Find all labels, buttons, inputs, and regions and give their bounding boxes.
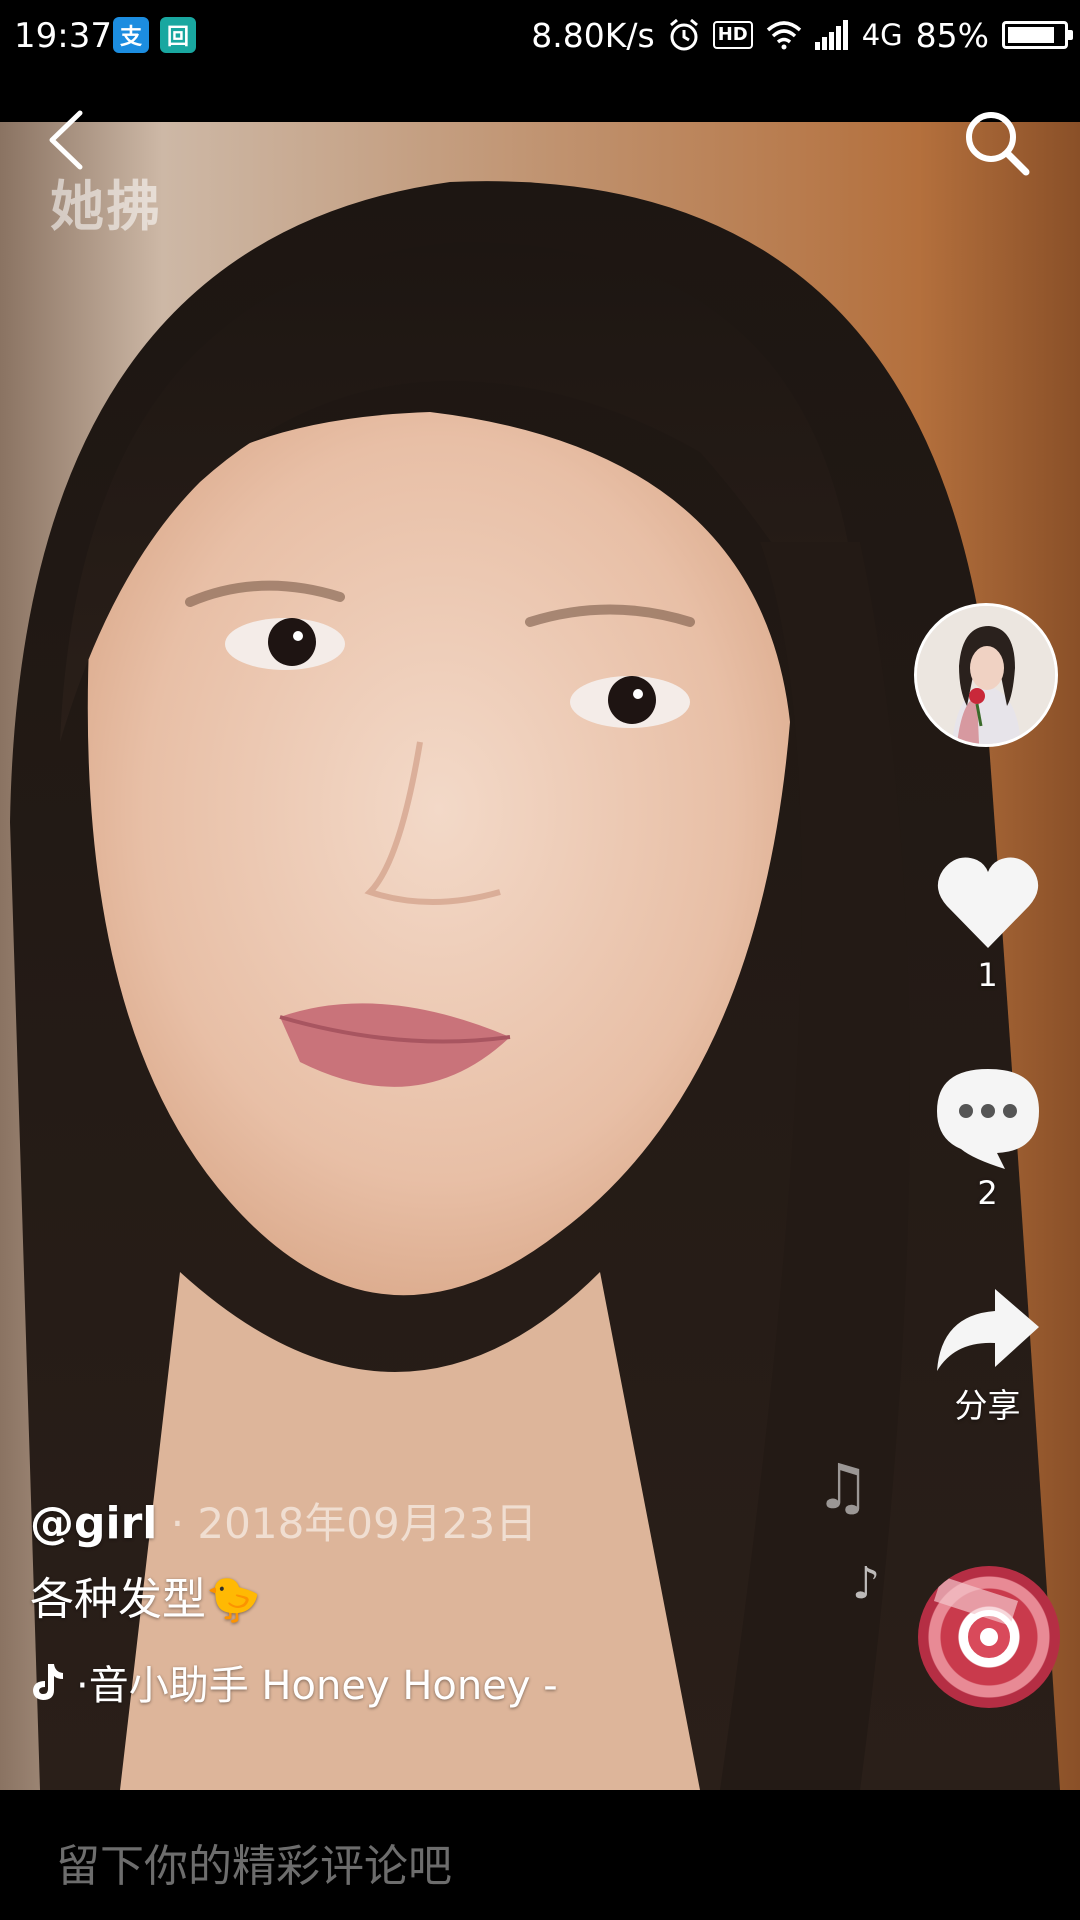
battery-percent: 85% <box>915 15 989 55</box>
comment-button[interactable]: 2 <box>920 1065 1055 1212</box>
status-bar: 19:37 支 回 8.80K/s HD 4G 85% <box>0 0 1080 122</box>
comment-count: 2 <box>977 1174 998 1212</box>
music-title: ·音小助手 Honey Honey - <box>76 1663 558 1709</box>
music-info[interactable]: ·音小助手 Honey Honey - <box>30 1656 558 1709</box>
music-note-icon: ♫ <box>815 1450 871 1523</box>
tiktok-note-icon <box>33 1664 63 1700</box>
search-button[interactable] <box>962 108 1032 178</box>
share-button[interactable]: 分享 <box>920 1285 1055 1427</box>
comment-input-bar[interactable]: 留下你的精彩评论吧 <box>0 1790 1080 1920</box>
network-type: 4G <box>861 18 903 52</box>
chevron-left-icon <box>49 110 83 170</box>
share-label: 分享 <box>954 1386 1021 1425</box>
battery-icon <box>1002 21 1073 49</box>
network-speed: 8.80K/s <box>531 15 655 55</box>
disc-icon <box>933 1576 1019 1664</box>
author-line: @girl · 2018年09月23日 <box>30 1490 537 1551</box>
scan-icon: 回 <box>160 17 196 53</box>
status-time: 19:37 <box>14 16 112 56</box>
post-date: · 2018年09月23日 <box>157 1499 538 1548</box>
post-caption: 各种发型🐤 <box>30 1563 261 1627</box>
like-button[interactable]: 1 <box>920 852 1055 994</box>
comment-bubble-icon <box>936 1069 1039 1169</box>
chick-emoji-icon: 🐤 <box>206 1574 261 1625</box>
status-indicators: 8.80K/s HD 4G 85% <box>531 14 1073 56</box>
share-arrow-icon <box>936 1289 1039 1371</box>
alipay-icon: 支 <box>113 17 149 53</box>
author-name[interactable]: @girl <box>30 1498 157 1549</box>
alarm-icon <box>669 18 698 51</box>
hd-icon: HD <box>712 21 753 49</box>
comment-placeholder[interactable]: 留下你的精彩评论吧 <box>56 1830 452 1894</box>
search-icon <box>966 112 1030 176</box>
caption-text: 各种发型 <box>30 1574 206 1625</box>
like-count: 1 <box>977 956 998 994</box>
signal-icon <box>814 20 848 50</box>
heart-icon <box>937 857 1038 948</box>
battery-fill <box>1008 27 1054 43</box>
back-button[interactable] <box>40 105 100 175</box>
avatar-image <box>917 606 1055 744</box>
music-disc[interactable] <box>918 1566 1060 1708</box>
music-note-icon: ♪ <box>852 1558 881 1609</box>
wifi-icon <box>766 21 801 50</box>
creator-avatar[interactable] <box>914 603 1058 747</box>
